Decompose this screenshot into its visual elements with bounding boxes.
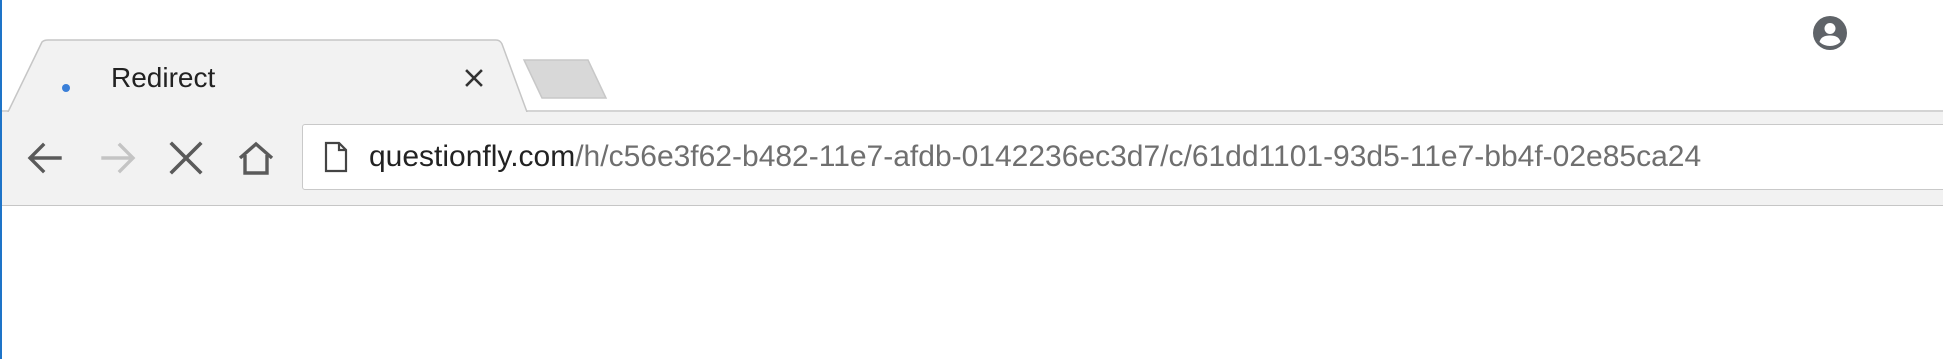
url-text[interactable]: questionfly.com/h/c56e3f62-b482-11e7-afd… xyxy=(369,139,1701,175)
loading-spinner-icon xyxy=(62,84,70,92)
url-host: questionfly.com xyxy=(369,140,576,173)
home-icon[interactable] xyxy=(232,134,280,182)
browser-window: Redirect questionfly.com/h/c56e3f62-b482… xyxy=(0,0,1943,359)
window-left-border xyxy=(0,0,2,359)
back-arrow-icon[interactable] xyxy=(22,134,70,182)
page-icon xyxy=(323,141,349,173)
close-icon[interactable] xyxy=(460,64,488,92)
forward-arrow-icon[interactable] xyxy=(93,134,141,182)
new-tab-icon[interactable] xyxy=(522,58,608,100)
url-path: /h/c56e3f62-b482-11e7-afdb-0142236ec3d7/… xyxy=(575,140,1702,173)
address-bar[interactable]: questionfly.com/h/c56e3f62-b482-11e7-afd… xyxy=(302,124,1943,190)
tab-title: Redirect xyxy=(111,62,216,93)
stop-icon[interactable] xyxy=(162,134,210,182)
account-circle-icon[interactable] xyxy=(1812,15,1848,51)
toolbar: questionfly.com/h/c56e3f62-b482-11e7-afd… xyxy=(0,112,1943,206)
page-content xyxy=(2,206,1943,359)
